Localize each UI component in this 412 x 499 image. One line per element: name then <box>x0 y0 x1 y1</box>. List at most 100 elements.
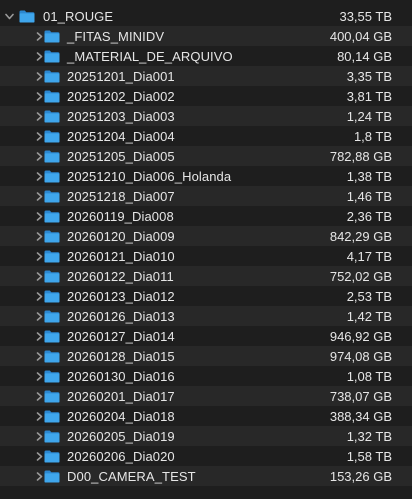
folder-name: _FITAS_MINIDV <box>67 28 165 44</box>
folder-row[interactable]: 20260128_Dia015 974,08 GB <box>0 346 412 366</box>
folder-row[interactable]: 20260121_Dia010 4,17 TB <box>0 246 412 266</box>
chevron-right-icon[interactable] <box>34 130 44 142</box>
chevron-right-icon[interactable] <box>34 210 44 222</box>
folder-row[interactable]: 20260127_Dia014 946,92 GB <box>0 326 412 346</box>
chevron-right-icon[interactable] <box>34 450 44 462</box>
folder-icon <box>44 70 60 83</box>
folder-name: 20260119_Dia008 <box>67 208 174 224</box>
chevron-right-icon[interactable] <box>34 30 44 42</box>
chevron-right-icon[interactable] <box>34 430 44 442</box>
folder-row[interactable]: 20260119_Dia008 2,36 TB <box>0 206 412 226</box>
folder-row[interactable]: 20260126_Dia013 1,42 TB <box>0 306 412 326</box>
folder-icon <box>44 90 60 103</box>
folder-name: 20251218_Dia007 <box>67 188 175 204</box>
folder-size: 1,58 TB <box>346 448 392 464</box>
chevron-right-icon[interactable] <box>34 150 44 162</box>
folder-icon <box>44 210 60 223</box>
folder-icon <box>44 390 60 403</box>
folder-size: 80,14 GB <box>337 48 392 64</box>
folder-row[interactable]: 20260123_Dia012 2,53 TB <box>0 286 412 306</box>
folder-row[interactable]: 20251205_Dia005 782,88 GB <box>0 146 412 166</box>
folder-name: 20251205_Dia005 <box>67 148 175 164</box>
folder-icon <box>44 150 60 163</box>
folder-size: 153,26 GB <box>329 468 392 484</box>
folder-row[interactable]: 20260206_Dia020 1,58 TB <box>0 446 412 466</box>
folder-name: 20260206_Dia020 <box>67 448 175 464</box>
folder-row[interactable]: 20251201_Dia001 3,35 TB <box>0 66 412 86</box>
folder-row[interactable]: 20251218_Dia007 1,46 TB <box>0 186 412 206</box>
folder-name: 20260205_Dia019 <box>67 428 175 444</box>
chevron-right-icon[interactable] <box>34 170 44 182</box>
chevron-right-icon[interactable] <box>34 290 44 302</box>
folder-icon <box>44 330 60 343</box>
chevron-right-icon[interactable] <box>34 310 44 322</box>
folder-name: 20251204_Dia004 <box>67 128 175 144</box>
folder-icon <box>44 270 60 283</box>
folder-row[interactable]: 20260122_Dia011 752,02 GB <box>0 266 412 286</box>
folder-size: 4,17 TB <box>346 248 392 264</box>
chevron-right-icon[interactable] <box>34 230 44 242</box>
folder-icon <box>44 370 60 383</box>
folder-size: 1,42 TB <box>346 308 392 324</box>
folder-row[interactable]: 20260205_Dia019 1,32 TB <box>0 426 412 446</box>
chevron-right-icon[interactable] <box>34 190 44 202</box>
folder-icon <box>44 170 60 183</box>
folder-size: 842,29 GB <box>329 228 392 244</box>
folder-name: 20251210_Dia006_Holanda <box>67 168 232 184</box>
chevron-right-icon[interactable] <box>34 90 44 102</box>
folder-icon <box>44 450 60 463</box>
folder-size: 752,02 GB <box>329 268 392 284</box>
folder-icon <box>44 310 60 323</box>
folder-name: 20260126_Dia013 <box>67 308 175 324</box>
folder-name: 20251201_Dia001 <box>67 68 175 84</box>
folder-name: 01_ROUGE <box>43 8 114 24</box>
folder-row[interactable]: 20251202_Dia002 3,81 TB <box>0 86 412 106</box>
folder-row[interactable]: 20260120_Dia009 842,29 GB <box>0 226 412 246</box>
folder-icon <box>44 110 60 123</box>
chevron-right-icon[interactable] <box>34 270 44 282</box>
folder-size: 738,07 GB <box>329 388 392 404</box>
folder-icon <box>44 250 60 263</box>
folder-name: _MATERIAL_DE_ARQUIVO <box>67 48 233 64</box>
folder-icon <box>44 290 60 303</box>
folder-row[interactable]: 20260201_Dia017 738,07 GB <box>0 386 412 406</box>
folder-name: 20251203_Dia003 <box>67 108 175 124</box>
chevron-right-icon[interactable] <box>34 470 44 482</box>
folder-size: 1,38 TB <box>346 168 392 184</box>
folder-size: 974,08 GB <box>329 348 392 364</box>
folder-name: 20260120_Dia009 <box>67 228 175 244</box>
folder-size: 3,35 TB <box>346 68 392 84</box>
folder-icon <box>44 430 60 443</box>
folder-icon <box>44 130 60 143</box>
chevron-right-icon[interactable] <box>34 330 44 342</box>
folder-size: 33,55 TB <box>339 8 392 24</box>
folder-row[interactable]: 20251203_Dia003 1,24 TB <box>0 106 412 126</box>
folder-row[interactable]: 20260130_Dia016 1,08 TB <box>0 366 412 386</box>
folder-row[interactable]: 20251204_Dia004 1,8 TB <box>0 126 412 146</box>
chevron-right-icon[interactable] <box>34 70 44 82</box>
chevron-right-icon[interactable] <box>34 350 44 362</box>
folder-name: 20251202_Dia002 <box>67 88 175 104</box>
folder-row[interactable]: 20260204_Dia018 388,34 GB <box>0 406 412 426</box>
folder-row[interactable]: 20251210_Dia006_Holanda 1,38 TB <box>0 166 412 186</box>
chevron-right-icon[interactable] <box>34 110 44 122</box>
folder-row[interactable]: _MATERIAL_DE_ARQUIVO 80,14 GB <box>0 46 412 66</box>
folder-size: 2,53 TB <box>346 288 392 304</box>
chevron-right-icon[interactable] <box>34 390 44 402</box>
folder-name: 20260122_Dia011 <box>67 268 174 284</box>
folder-icon <box>44 230 60 243</box>
folder-row[interactable]: D00_CAMERA_TEST 153,26 GB <box>0 466 412 486</box>
folder-icon <box>19 10 35 23</box>
chevron-right-icon[interactable] <box>34 50 44 62</box>
folder-size: 782,88 GB <box>329 148 392 164</box>
folder-name: D00_CAMERA_TEST <box>67 468 196 484</box>
folder-row[interactable]: _FITAS_MINIDV 400,04 GB <box>0 26 412 46</box>
chevron-right-icon[interactable] <box>34 410 44 422</box>
chevron-right-icon[interactable] <box>34 370 44 382</box>
folder-size: 1,32 TB <box>346 428 392 444</box>
chevron-down-icon[interactable] <box>4 10 14 22</box>
chevron-right-icon[interactable] <box>34 250 44 262</box>
folder-size: 2,36 TB <box>346 208 392 224</box>
root-folder-row[interactable]: 01_ROUGE 33,55 TB <box>0 6 412 26</box>
folder-size: 388,34 GB <box>329 408 392 424</box>
